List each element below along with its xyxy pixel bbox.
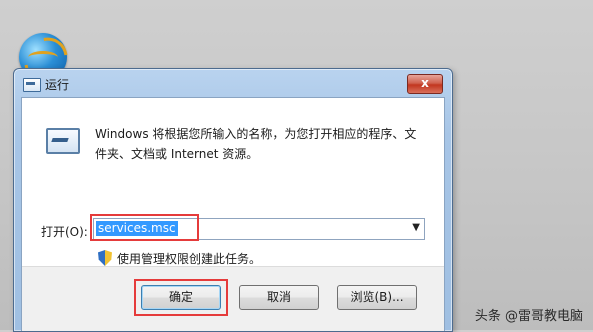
uac-shield-icon (98, 250, 112, 266)
open-input-value[interactable]: services.msc (96, 221, 178, 236)
run-program-icon (46, 128, 80, 154)
browse-button[interactable]: 浏览(B)... (337, 285, 417, 310)
watermark: 头条 @雷哥教电脑 (474, 309, 583, 324)
title-bar[interactable]: 运行 x (14, 69, 452, 97)
close-button[interactable]: x (407, 74, 443, 94)
open-label: 打开(O): (41, 225, 88, 239)
run-window-icon (23, 78, 41, 92)
chevron-down-icon[interactable]: ▼ (412, 222, 420, 233)
open-combobox[interactable]: services.msc ▼ (93, 218, 425, 240)
button-bar: 确定 取消 浏览(B)... (22, 266, 444, 331)
run-dialog: 运行 x Windows 将根据您所输入的名称，为您打开相应的程序、文件夹、文档… (13, 68, 453, 332)
cancel-button[interactable]: 取消 (239, 285, 319, 310)
window-title: 运行 (45, 78, 70, 92)
admin-note: 使用管理权限创建此任务。 (117, 252, 262, 266)
dialog-description: Windows 将根据您所输入的名称，为您打开相应的程序、文件夹、文档或 Int… (95, 127, 417, 161)
dialog-body: Windows 将根据您所输入的名称，为您打开相应的程序、文件夹、文档或 Int… (21, 97, 445, 331)
ok-button[interactable]: 确定 (141, 285, 221, 310)
